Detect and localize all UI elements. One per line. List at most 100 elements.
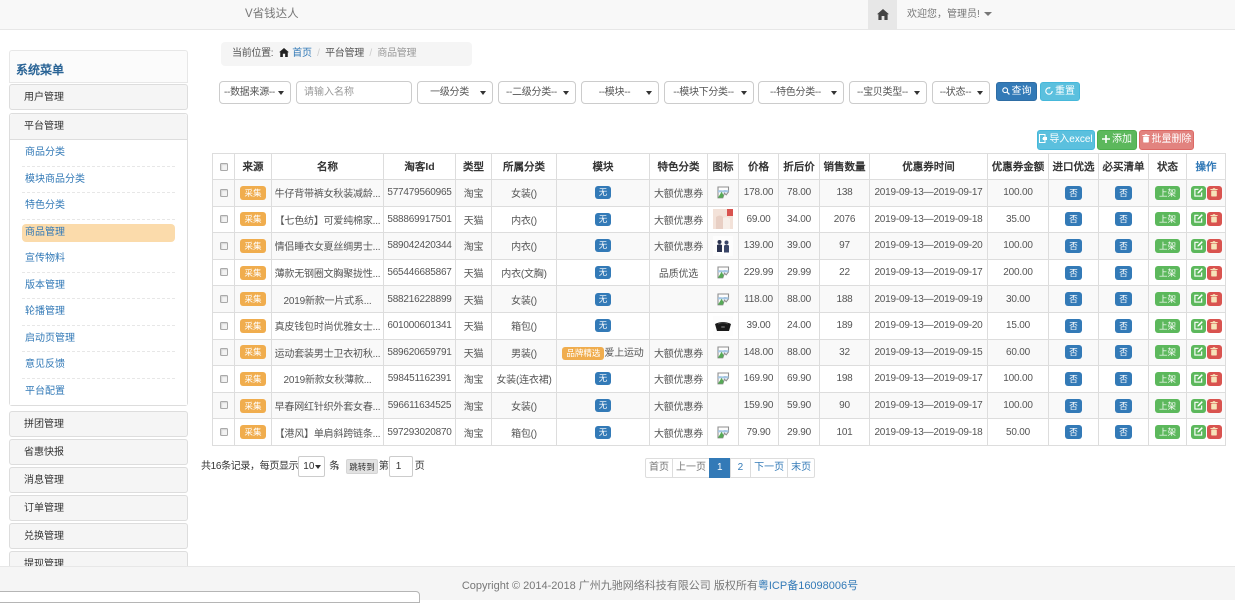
- must-buy-toggle[interactable]: 否: [1115, 292, 1132, 306]
- delete-button[interactable]: [1207, 399, 1222, 413]
- filter-select-source[interactable]: --数据来源--: [219, 81, 291, 104]
- edit-button[interactable]: [1191, 292, 1206, 306]
- per-page-select[interactable]: 10: [298, 456, 325, 477]
- icp-link[interactable]: 粤ICP备16098006号: [758, 580, 858, 592]
- status-toggle[interactable]: 上架: [1155, 399, 1180, 413]
- row-checkbox[interactable]: [220, 268, 228, 276]
- edit-button[interactable]: [1191, 319, 1206, 333]
- filter-name-input[interactable]: [296, 81, 412, 104]
- edit-button[interactable]: [1191, 425, 1206, 439]
- pager-item[interactable]: 2: [730, 458, 752, 478]
- row-checkbox[interactable]: [220, 401, 228, 409]
- must-buy-toggle[interactable]: 否: [1115, 186, 1132, 200]
- import-pick-toggle[interactable]: 否: [1065, 425, 1082, 439]
- row-checkbox[interactable]: [220, 375, 228, 383]
- sidebar-submenu-item[interactable]: 版本管理: [22, 273, 175, 300]
- user-dropdown[interactable]: 欢迎您，管理员!: [907, 0, 992, 29]
- import-pick-toggle[interactable]: 否: [1065, 399, 1082, 413]
- app-brand[interactable]: V省钱达人: [245, 0, 299, 29]
- sidebar-section[interactable]: 消息管理: [9, 467, 188, 493]
- delete-button[interactable]: [1207, 212, 1222, 226]
- delete-button[interactable]: [1207, 425, 1222, 439]
- delete-button[interactable]: [1207, 319, 1222, 333]
- must-buy-toggle[interactable]: 否: [1115, 372, 1132, 386]
- row-checkbox[interactable]: [220, 215, 228, 223]
- jump-page-input[interactable]: [389, 456, 413, 477]
- import-excel-button[interactable]: 导入excel: [1037, 130, 1095, 150]
- select-all-checkbox[interactable]: [220, 163, 228, 171]
- row-checkbox[interactable]: [220, 189, 228, 197]
- sidebar-submenu-item[interactable]: 商品管理: [22, 224, 175, 242]
- filter-select-level2[interactable]: --二级分类--: [498, 81, 576, 104]
- filter-select-status[interactable]: --状态--: [932, 81, 990, 104]
- sidebar-submenu-item[interactable]: 平台配置: [22, 379, 175, 406]
- status-toggle[interactable]: 上架: [1155, 186, 1180, 200]
- sidebar-submenu-item[interactable]: 启动页管理: [22, 326, 175, 353]
- edit-button[interactable]: [1191, 239, 1206, 253]
- sidebar-submenu-item[interactable]: 轮播管理: [22, 299, 175, 326]
- must-buy-toggle[interactable]: 否: [1115, 425, 1132, 439]
- filter-select-module-sub[interactable]: --模块下分类--: [664, 81, 754, 104]
- import-pick-toggle[interactable]: 否: [1065, 345, 1082, 359]
- sidebar-submenu-item[interactable]: 宣传物料: [22, 246, 175, 273]
- import-pick-toggle[interactable]: 否: [1065, 372, 1082, 386]
- filter-select-level1[interactable]: 一级分类: [417, 81, 493, 104]
- edit-button[interactable]: [1191, 372, 1206, 386]
- pager-item[interactable]: 末页: [787, 458, 815, 478]
- import-pick-toggle[interactable]: 否: [1065, 186, 1082, 200]
- sidebar-submenu-item[interactable]: 模块商品分类: [22, 167, 175, 194]
- import-pick-toggle[interactable]: 否: [1065, 292, 1082, 306]
- sidebar-section[interactable]: 拼团管理: [9, 411, 188, 437]
- sidebar-section[interactable]: 平台管理: [10, 114, 187, 140]
- filter-select-item-type[interactable]: --宝贝类型--: [849, 81, 927, 104]
- import-pick-toggle[interactable]: 否: [1065, 266, 1082, 280]
- delete-button[interactable]: [1207, 292, 1222, 306]
- pager-item[interactable]: 1: [709, 458, 731, 478]
- import-pick-toggle[interactable]: 否: [1065, 239, 1082, 253]
- delete-button[interactable]: [1207, 186, 1222, 200]
- edit-button[interactable]: [1191, 212, 1206, 226]
- must-buy-toggle[interactable]: 否: [1115, 345, 1132, 359]
- status-toggle[interactable]: 上架: [1155, 425, 1180, 439]
- status-toggle[interactable]: 上架: [1155, 345, 1180, 359]
- status-toggle[interactable]: 上架: [1155, 212, 1180, 226]
- must-buy-toggle[interactable]: 否: [1115, 399, 1132, 413]
- row-checkbox[interactable]: [220, 428, 228, 436]
- edit-button[interactable]: [1191, 345, 1206, 359]
- must-buy-toggle[interactable]: 否: [1115, 239, 1132, 253]
- row-checkbox[interactable]: [220, 295, 228, 303]
- sidebar-submenu-item[interactable]: 商品分类: [22, 140, 175, 167]
- row-checkbox[interactable]: [220, 348, 228, 356]
- status-toggle[interactable]: 上架: [1155, 372, 1180, 386]
- jump-button[interactable]: 跳转到: [346, 459, 378, 474]
- sidebar-section[interactable]: 订单管理: [9, 495, 188, 521]
- add-button[interactable]: 添加: [1097, 130, 1137, 150]
- navbar-home-button[interactable]: [868, 0, 897, 29]
- must-buy-toggle[interactable]: 否: [1115, 319, 1132, 333]
- delete-button[interactable]: [1207, 266, 1222, 280]
- batch-delete-button[interactable]: 批量删除: [1139, 130, 1194, 150]
- status-toggle[interactable]: 上架: [1155, 266, 1180, 280]
- sidebar-submenu-item[interactable]: 特色分类: [22, 193, 175, 220]
- must-buy-toggle[interactable]: 否: [1115, 266, 1132, 280]
- sidebar-section[interactable]: 用户管理: [9, 84, 188, 110]
- reset-button[interactable]: 重置: [1040, 82, 1080, 101]
- search-button[interactable]: 查询: [996, 82, 1037, 101]
- filter-select-module[interactable]: --模块--: [581, 81, 659, 104]
- sidebar-section[interactable]: 省惠快报: [9, 439, 188, 465]
- edit-button[interactable]: [1191, 266, 1206, 280]
- row-checkbox[interactable]: [220, 242, 228, 250]
- import-pick-toggle[interactable]: 否: [1065, 212, 1082, 226]
- delete-button[interactable]: [1207, 372, 1222, 386]
- import-pick-toggle[interactable]: 否: [1065, 319, 1082, 333]
- row-checkbox[interactable]: [220, 322, 228, 330]
- filter-select-feature[interactable]: --特色分类--: [758, 81, 844, 104]
- pager-item[interactable]: 上一页: [672, 458, 710, 478]
- status-toggle[interactable]: 上架: [1155, 239, 1180, 253]
- edit-button[interactable]: [1191, 399, 1206, 413]
- pager-item[interactable]: 首页: [645, 458, 673, 478]
- delete-button[interactable]: [1207, 345, 1222, 359]
- status-toggle[interactable]: 上架: [1155, 319, 1180, 333]
- must-buy-toggle[interactable]: 否: [1115, 212, 1132, 226]
- sidebar-submenu-item[interactable]: 意见反馈: [22, 352, 175, 379]
